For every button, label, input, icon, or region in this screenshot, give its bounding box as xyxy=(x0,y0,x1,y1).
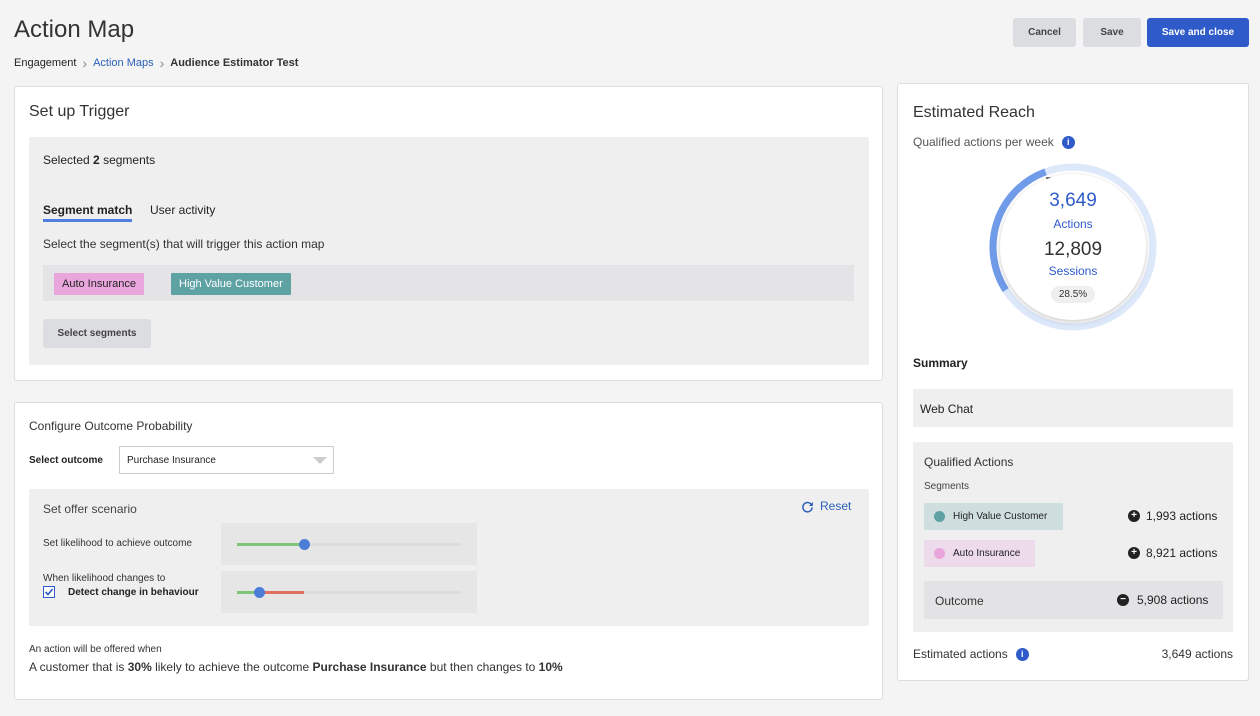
likelihood-slider-track[interactable] xyxy=(237,539,461,550)
segment-panel: Selected 2 segments Segment match User a… xyxy=(29,137,869,365)
tab-user-activity[interactable]: User activity xyxy=(150,203,215,217)
outcome-select[interactable]: Purchase Insurance xyxy=(119,446,334,474)
outcome-actions-row: − 5,908 actions xyxy=(1117,593,1208,607)
summary-title: Summary xyxy=(913,356,968,370)
outcome-title: Configure Outcome Probability xyxy=(29,419,193,433)
breadcrumb-engagement[interactable]: Engagement xyxy=(14,57,76,69)
segments-label: Segments xyxy=(924,481,970,492)
selected-count-text: Selected 2 segments xyxy=(43,153,156,167)
reach-subtitle-row: Qualified actions per week i xyxy=(913,135,1075,149)
reset-icon xyxy=(802,501,813,513)
reach-title: Estimated Reach xyxy=(913,104,1035,121)
save-and-close-button[interactable]: Save and close xyxy=(1147,18,1249,47)
chevron-right-icon: › xyxy=(159,55,165,71)
segment-chip-high-value-customer[interactable]: High Value Customer xyxy=(171,273,291,295)
checkbox-icon[interactable] xyxy=(43,586,55,598)
reset-button[interactable]: Reset xyxy=(801,499,851,513)
likelihood-slider-handle[interactable] xyxy=(298,539,310,550)
breadcrumb-current: Audience Estimator Test xyxy=(170,57,299,69)
outcome-card: Configure Outcome Probability Select out… xyxy=(14,402,883,700)
trigger-card: Set up Trigger Selected 2 segments Segme… xyxy=(14,86,883,381)
sessions-label: Sessions xyxy=(1048,264,1098,278)
sessions-value: 12,809 xyxy=(1043,239,1103,260)
detect-label: Detect change in behaviour xyxy=(68,586,199,598)
segment-icon xyxy=(934,548,945,559)
minus-circle-icon: − xyxy=(1117,594,1129,606)
qualified-actions-panel: Qualified Actions Segments High Value Cu… xyxy=(913,442,1233,632)
estimated-value: 3,649 actions xyxy=(1161,647,1233,661)
likelihood-slider-fill xyxy=(237,543,305,546)
cancel-button[interactable]: Cancel xyxy=(1013,18,1076,47)
plus-circle-icon: + xyxy=(1128,547,1140,559)
change-slider-drop xyxy=(259,591,305,594)
outcome-select-value: Purchase Insurance xyxy=(127,455,216,466)
chevron-right-icon: › xyxy=(82,55,88,71)
likelihood-slider-box xyxy=(221,523,477,565)
dropdown-arrow-icon xyxy=(313,457,327,464)
qualified-title: Qualified Actions xyxy=(924,455,1014,469)
reach-subtitle: Qualified actions per week xyxy=(913,135,1054,149)
change-slider-box xyxy=(221,571,477,613)
info-icon[interactable]: i xyxy=(1061,135,1075,149)
channel-row: Web Chat xyxy=(913,389,1233,427)
segment-actions-row: + 1,993 actions xyxy=(1128,509,1217,523)
estimated-actions-row: Estimated actions i xyxy=(913,647,1029,661)
select-outcome-label: Select outcome xyxy=(29,455,103,466)
offer-scenario-panel: Set offer scenario Reset Set likelihood … xyxy=(29,489,869,626)
breadcrumb: Engagement › Action Maps › Audience Esti… xyxy=(14,55,298,71)
summary-segment-auto-insurance: Auto Insurance xyxy=(924,540,1035,567)
outcome-row: Outcome − 5,908 actions xyxy=(924,581,1223,619)
segment-chip-auto-insurance[interactable]: Auto Insurance xyxy=(54,273,144,295)
reset-label: Reset xyxy=(820,499,852,513)
page-title: Action Map xyxy=(14,16,135,43)
offered-label: An action will be offered when xyxy=(29,644,162,655)
change-slider-track[interactable] xyxy=(237,587,461,598)
segment-actions-row: + 8,921 actions xyxy=(1128,546,1217,560)
actions-value: 3,649 xyxy=(1049,190,1097,211)
summary-segment-high-value-customer: High Value Customer xyxy=(924,503,1063,530)
segment-instruction: Select the segment(s) that will trigger … xyxy=(43,237,325,251)
chip-container: Auto Insurance High Value Customer xyxy=(43,265,854,301)
percent-badge: 28.5% xyxy=(1051,286,1095,303)
change-label: When likelihood changes to xyxy=(43,573,166,584)
channel-label: Web Chat xyxy=(920,402,974,416)
segment-icon xyxy=(934,511,945,522)
plus-circle-icon: + xyxy=(1128,510,1140,522)
trigger-title: Set up Trigger xyxy=(29,103,130,120)
change-slider-handle[interactable] xyxy=(253,587,265,598)
actions-label: Actions xyxy=(1053,217,1093,231)
estimated-label: Estimated actions xyxy=(913,647,1008,661)
breadcrumb-action-maps[interactable]: Action Maps xyxy=(93,57,154,69)
detect-checkbox-row[interactable]: Detect change in behaviour xyxy=(43,586,199,598)
offer-sentence: A customer that is 30% likely to achieve… xyxy=(29,660,563,674)
info-icon[interactable]: i xyxy=(1015,647,1029,661)
save-button[interactable]: Save xyxy=(1083,18,1141,47)
reach-card: Estimated Reach Qualified actions per we… xyxy=(897,83,1249,681)
select-segments-button[interactable]: Select segments xyxy=(43,319,151,348)
tab-segment-match[interactable]: Segment match xyxy=(43,203,133,222)
likelihood-label: Set likelihood to achieve outcome xyxy=(43,538,192,549)
scenario-title: Set offer scenario xyxy=(43,502,137,516)
outcome-label: Outcome xyxy=(935,594,984,608)
